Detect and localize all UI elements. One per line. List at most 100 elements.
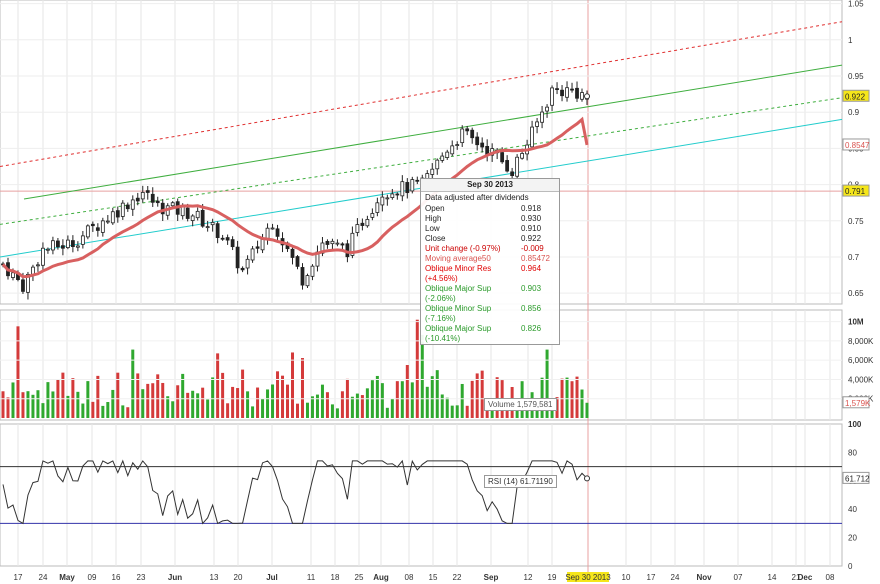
- candle-body: [305, 275, 310, 287]
- rsi-axis-label: 100: [848, 420, 862, 429]
- volume-bar: [450, 405, 454, 418]
- volume-bar: [71, 378, 75, 418]
- candle-body: [245, 258, 250, 269]
- volume-bar: [435, 370, 439, 418]
- candle-body: [295, 256, 300, 267]
- volume-bar: [36, 390, 40, 418]
- x-axis-tick-label: 07: [734, 573, 743, 582]
- volume-bar: [340, 391, 344, 418]
- volume-axis-label: 8,000K: [848, 337, 874, 346]
- candle-body: [480, 142, 485, 148]
- candle-body: [440, 155, 445, 161]
- tooltip-row: Unit change (-0.97%) -0.009: [421, 244, 559, 254]
- candle-body: [130, 199, 135, 210]
- volume-bar: [196, 393, 200, 418]
- x-axis-tick-label: 08: [826, 573, 835, 582]
- candle-body: [455, 144, 460, 146]
- tooltip-row: Oblique Major Sup (-2.06%) 0.903: [421, 284, 559, 304]
- candle-body: [41, 247, 45, 266]
- candle-body: [340, 243, 345, 246]
- candle-body: [415, 179, 420, 182]
- rsi-badge: 61.712: [845, 474, 870, 483]
- x-axis-tick-label: 17: [647, 573, 656, 582]
- volume-bar: [46, 382, 50, 418]
- candle-body: [550, 87, 554, 106]
- candle-body: [330, 240, 335, 245]
- candle-body: [200, 209, 205, 227]
- x-axis-tick-label: 14: [768, 573, 777, 582]
- x-axis-tick-label: 22: [453, 573, 462, 582]
- volume-bar: [86, 381, 90, 418]
- volume-bar: [111, 389, 115, 418]
- volume-bar: [186, 392, 190, 418]
- volume-bar: [455, 405, 459, 418]
- candle-body: [335, 242, 340, 245]
- candle-body: [65, 239, 70, 249]
- candle-body: [360, 222, 365, 226]
- volume-bar: [350, 396, 354, 418]
- volume-bar: [580, 389, 584, 418]
- candle-body: [310, 265, 315, 277]
- candle-body: [290, 248, 295, 258]
- candle-body: [470, 129, 475, 139]
- volume-bar: [355, 393, 359, 418]
- candle-body: [56, 240, 60, 248]
- candle-body: [370, 213, 375, 218]
- price-badge: 0.922: [845, 92, 866, 101]
- rsi-last-point: [584, 475, 590, 482]
- x-axis-tick-label: Jul: [266, 573, 278, 582]
- candle-body: [90, 223, 95, 227]
- x-axis-tick-label: 11: [307, 573, 316, 582]
- price-last-point: [584, 93, 590, 100]
- rsi-axis-label: 0: [848, 562, 853, 571]
- candle-body: [190, 215, 195, 221]
- candle-body: [215, 223, 220, 239]
- candle-body: [410, 179, 415, 192]
- x-axis-tick-label: Dec: [798, 573, 813, 582]
- candle-body: [145, 190, 150, 193]
- volume-bar: [410, 382, 414, 418]
- candle-body: [500, 152, 505, 163]
- volume-bar: [585, 402, 589, 418]
- candle-body: [36, 264, 40, 267]
- volume-bar: [241, 369, 245, 418]
- x-axis-tick-label: 19: [548, 573, 557, 582]
- candle-body: [515, 156, 520, 177]
- candle-body: [230, 239, 235, 248]
- volume-bar: [81, 403, 85, 418]
- candle-body: [405, 182, 410, 194]
- volume-bar: [335, 408, 339, 418]
- candle-body: [545, 106, 549, 112]
- volume-axis-label: 10M: [848, 318, 864, 327]
- tooltip-row: Oblique Major Sup (-10.41%) 0.826: [421, 324, 559, 344]
- volume-bar: [570, 381, 574, 418]
- candle-body: [485, 145, 490, 155]
- x-axis-tick-label: 08: [405, 573, 414, 582]
- volume-bar: [281, 375, 285, 418]
- candle-body: [560, 89, 564, 97]
- candle-body: [105, 220, 110, 223]
- candle-body: [140, 192, 145, 200]
- candle-body: [120, 202, 125, 217]
- volume-bar: [146, 383, 150, 418]
- price-axis-label: 0.7: [848, 253, 860, 262]
- x-axis-tick-label: 09: [88, 573, 97, 582]
- volume-bar: [465, 405, 469, 418]
- candle-body: [505, 160, 510, 172]
- volume-bar: [430, 376, 434, 418]
- volume-bar: [76, 391, 80, 418]
- volume-bar: [375, 375, 379, 418]
- volume-bar: [96, 375, 100, 418]
- rsi-axis-label: 80: [848, 448, 857, 457]
- candle-body: [205, 226, 210, 229]
- volume-bar: [470, 380, 474, 418]
- candle-body: [450, 145, 455, 155]
- volume-bar: [156, 374, 160, 418]
- candle-body: [155, 200, 160, 204]
- volume-axis-label: 4,000K: [848, 375, 874, 384]
- volume-bar: [575, 376, 579, 418]
- x-axis-tick-label: Sep 30 2013: [565, 573, 611, 582]
- x-axis-tick-label: 10: [622, 573, 631, 582]
- tooltip-row-value: 0.930: [521, 214, 542, 223]
- tooltip-row-label: Low: [425, 224, 440, 233]
